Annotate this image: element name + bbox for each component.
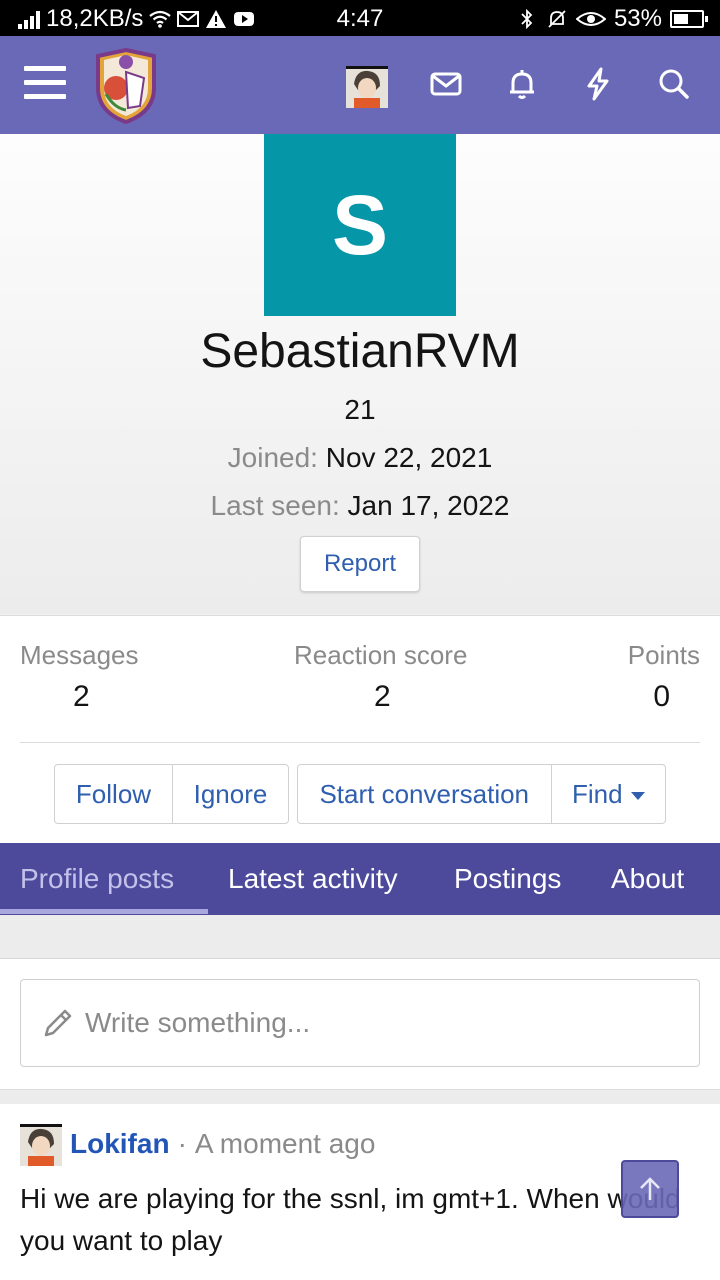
- post-body: Hi we are playing for the ssnl, im gmt+1…: [20, 1183, 681, 1256]
- follow-button[interactable]: Follow: [55, 765, 172, 823]
- post-time[interactable]: A moment ago: [195, 1128, 376, 1160]
- profile-joined: Joined: Nov 22, 2021: [0, 442, 720, 474]
- status-bar: 18,2KB/s 4:47 53%: [0, 0, 720, 36]
- messages-value[interactable]: 2: [73, 680, 90, 714]
- profile-post-composer: Write something...: [0, 959, 720, 1090]
- mute-icon: [548, 10, 566, 28]
- tab-latest-activity[interactable]: Latest activity: [228, 843, 398, 915]
- section-gap: [0, 915, 720, 959]
- profile-stats: Messages 2 Reaction score 2 Points 0 Fol…: [0, 615, 720, 844]
- profile-avatar[interactable]: S: [264, 134, 456, 316]
- ignore-button[interactable]: Ignore: [171, 765, 288, 823]
- report-button[interactable]: Report: [300, 536, 420, 592]
- stats-divider: [20, 742, 700, 743]
- tab-about[interactable]: About: [611, 843, 684, 915]
- profile-tabs: Profile posts Latest activity Postings A…: [0, 843, 720, 915]
- user-avatar[interactable]: [346, 66, 388, 108]
- composer-placeholder: Write something...: [85, 1007, 311, 1038]
- post-author-avatar[interactable]: [20, 1124, 62, 1166]
- post-author-link[interactable]: Lokifan: [70, 1128, 170, 1160]
- caret-down-icon: [630, 792, 645, 800]
- pencil-icon: [44, 1009, 72, 1037]
- bolt-icon[interactable]: [578, 64, 618, 104]
- profile-post: Lokifan · A moment ago Hi we are playing…: [0, 1104, 720, 1280]
- messages-label: Messages: [20, 640, 139, 670]
- search-icon[interactable]: [654, 64, 694, 104]
- post-avatar-image: [20, 1124, 62, 1166]
- tab-profile-posts[interactable]: Profile posts: [20, 843, 174, 915]
- profile-last-seen: Last seen: Jan 17, 2022: [0, 490, 720, 522]
- menu-icon[interactable]: [24, 66, 66, 104]
- reaction-score-value[interactable]: 2: [374, 680, 391, 714]
- scroll-to-top-button[interactable]: [621, 1160, 679, 1218]
- reaction-score-label: Reaction score: [294, 640, 468, 670]
- points-label: Points: [627, 640, 700, 670]
- points-value[interactable]: 0: [653, 680, 670, 714]
- active-tab-indicator: [0, 909, 208, 914]
- battery-percent: 53%: [613, 5, 662, 32]
- avatar-image: [346, 66, 388, 108]
- conversation-find-group: Start conversation Find: [297, 764, 666, 824]
- battery-icon: [670, 10, 708, 28]
- eye-icon: [575, 12, 606, 26]
- bell-icon[interactable]: [502, 64, 542, 104]
- follow-ignore-group: Follow Ignore: [54, 764, 289, 824]
- joined-label: Joined:: [227, 442, 318, 473]
- find-dropdown[interactable]: Find: [550, 765, 665, 823]
- site-logo[interactable]: [92, 48, 160, 124]
- arrow-up-icon: [640, 1177, 660, 1200]
- write-something-input[interactable]: Write something...: [20, 979, 700, 1067]
- section-gap-2: [0, 1090, 720, 1104]
- envelope-icon[interactable]: [426, 64, 466, 104]
- status-right: 53%: [516, 5, 708, 33]
- last-seen-value: Jan 17, 2022: [347, 490, 510, 521]
- tab-postings[interactable]: Postings: [454, 843, 561, 915]
- bluetooth-icon: [521, 9, 533, 29]
- app-header: [0, 36, 720, 134]
- post-separator: ·: [177, 1128, 187, 1159]
- post-header: Lokifan · A moment ago: [70, 1128, 375, 1160]
- joined-value: Nov 22, 2021: [325, 442, 493, 473]
- profile-header: S SebastianRVM 21 Joined: Nov 22, 2021 L…: [0, 134, 720, 614]
- find-label: Find: [571, 778, 623, 809]
- last-seen-label: Last seen:: [210, 490, 340, 521]
- profile-age: 21: [344, 394, 376, 425]
- start-conversation-button[interactable]: Start conversation: [298, 765, 551, 823]
- profile-username: SebastianRVM: [200, 325, 520, 378]
